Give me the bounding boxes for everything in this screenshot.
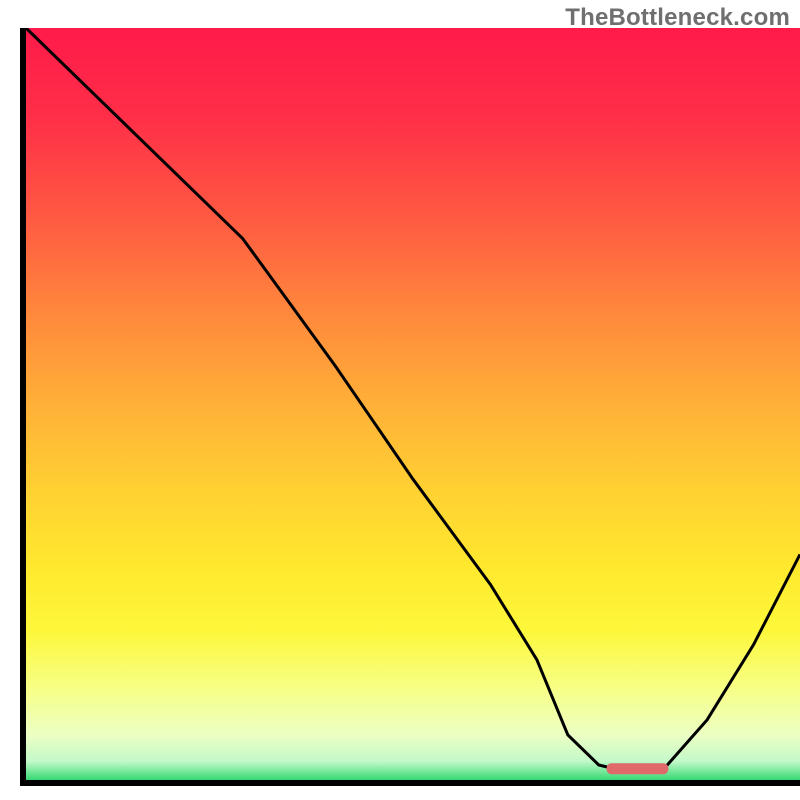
plot-area [20,28,800,786]
chart-container: TheBottleneck.com [0,0,800,800]
optimal-marker [607,763,669,774]
watermark-text: TheBottleneck.com [565,4,790,32]
chart-svg [0,0,800,800]
